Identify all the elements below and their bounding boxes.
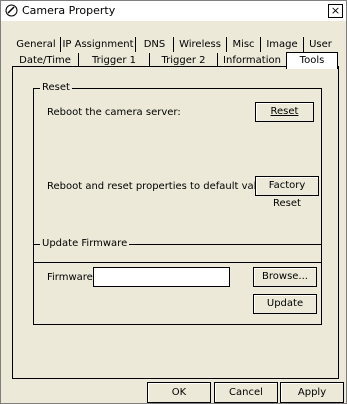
tab-ip-assignment[interactable]: IP Assignment [61, 37, 136, 52]
tab-user[interactable]: User [304, 37, 337, 52]
close-icon: × [330, 4, 341, 17]
tab-wireless[interactable]: Wireless [174, 37, 227, 52]
tab-tools[interactable]: Tools [286, 52, 338, 69]
reboot-label: Reboot the camera server: [47, 107, 181, 118]
camera-property-dialog: Camera Property × General IP Assignment … [0, 0, 347, 404]
update-button[interactable]: Update [253, 294, 317, 314]
update-firmware-legend: Update Firmware [40, 238, 130, 249]
firmware-label: Firmware [47, 272, 93, 283]
browse-button[interactable]: Browse... [253, 267, 317, 287]
tab-misc[interactable]: Misc [227, 37, 261, 52]
reset-button[interactable]: Reset [255, 102, 314, 122]
tools-panel: Reset Reboot the camera server: Reset Re… [12, 66, 339, 379]
tab-image[interactable]: Image [261, 37, 304, 52]
tab-dns[interactable]: DNS [136, 37, 174, 52]
camera-icon [5, 4, 18, 17]
apply-button[interactable]: Apply [280, 382, 344, 403]
reset-group-legend: Reset [40, 82, 72, 93]
ok-button[interactable]: OK [147, 382, 211, 403]
cancel-button[interactable]: Cancel [214, 382, 278, 403]
window-title: Camera Property [22, 4, 116, 17]
title-bar: Camera Property × [1, 1, 346, 21]
close-button[interactable]: × [328, 4, 343, 18]
factory-reset-button[interactable]: Factory Reset [255, 176, 319, 209]
reset-group: Reset Reboot the camera server: Reset Re… [33, 82, 322, 263]
firmware-path-input[interactable] [93, 267, 230, 287]
factory-reset-label: Reboot and reset properties to default v… [47, 181, 273, 192]
update-firmware-group: Update Firmware Firmware Browse... Updat… [33, 238, 322, 325]
tab-row-1: General IP Assignment DNS Wireless Misc … [12, 37, 337, 53]
tab-general[interactable]: General [12, 37, 61, 52]
